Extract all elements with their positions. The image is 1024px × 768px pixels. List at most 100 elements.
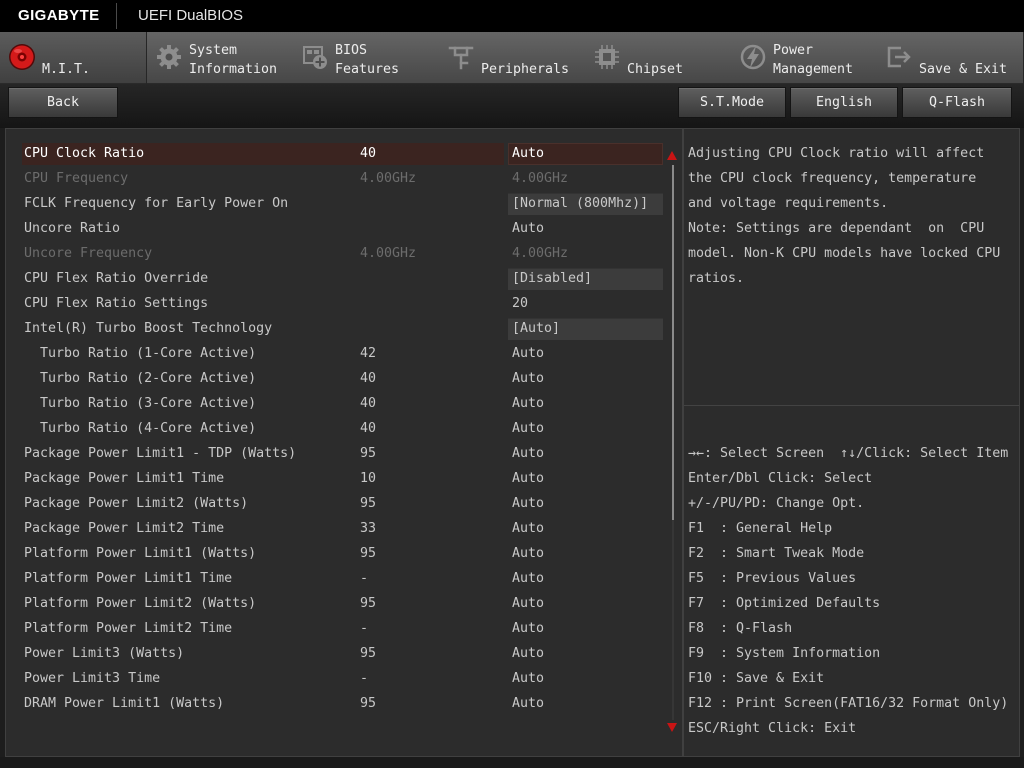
setting-name: FCLK Frequency for Early Power On [24, 196, 289, 211]
setting-dropdown[interactable]: [Auto] [508, 318, 663, 340]
setting-row[interactable]: Platform Power Limit2 Time - Auto [0, 616, 680, 641]
help-line: model. Non-K CPU models have locked CPU [688, 246, 1001, 261]
peripherals-icon [447, 43, 475, 71]
setting-row[interactable]: FCLK Frequency for Early Power On [Normal… [0, 191, 680, 216]
setting-name: Turbo Ratio (2-Core Active) [40, 371, 257, 386]
setting-value[interactable]: Auto [508, 393, 663, 415]
setting-value[interactable]: Auto [508, 543, 663, 565]
setting-row[interactable]: Uncore Ratio Auto [0, 216, 680, 241]
help-panel-divider [684, 405, 1019, 406]
tab-label: Peripherals [481, 62, 570, 77]
scrollbar-track[interactable] [672, 165, 674, 720]
setting-value[interactable]: Auto [508, 468, 663, 490]
key-help-line: F2 : Smart Tweak Mode [688, 546, 865, 561]
setting-value[interactable]: Auto [508, 343, 663, 365]
setting-name: Package Power Limit2 (Watts) [24, 496, 249, 511]
setting-value[interactable]: Auto [508, 618, 663, 640]
setting-name: CPU Clock Ratio [24, 146, 145, 161]
item-help-text: Adjusting CPU Clock ratio will affect the… [688, 141, 1016, 291]
setting-dropdown[interactable]: [Normal (800Mhz)] [508, 193, 663, 215]
key-help-line: F9 : System Information [688, 646, 881, 661]
setting-value[interactable]: Auto [508, 693, 663, 715]
setting-current-value: - [360, 671, 369, 686]
back-button[interactable]: Back [8, 87, 118, 118]
setting-row[interactable]: Platform Power Limit1 Time - Auto [0, 566, 680, 591]
setting-name: Uncore Ratio [24, 221, 121, 236]
setting-name: Intel(R) Turbo Boost Technology [24, 321, 273, 336]
help-line: the CPU clock frequency, temperature [688, 171, 977, 186]
gear-icon [155, 43, 183, 71]
tab-label: Information [189, 62, 278, 77]
setting-row[interactable]: DRAM Power Limit1 (Watts) 95 Auto [0, 691, 680, 716]
tab-label-line1: System [189, 43, 238, 58]
setting-name: Platform Power Limit2 Time [24, 621, 233, 636]
setting-dropdown[interactable]: [Disabled] [508, 268, 663, 290]
setting-value[interactable]: 20 [508, 293, 663, 315]
setting-row[interactable]: Power Limit3 (Watts) 95 Auto [0, 641, 680, 666]
setting-name: Platform Power Limit1 Time [24, 571, 233, 586]
setting-value[interactable]: Auto [508, 218, 663, 240]
key-help-line: F1 : General Help [688, 521, 833, 536]
setting-row[interactable]: Package Power Limit1 - TDP (Watts) 95 Auto [0, 441, 680, 466]
st-mode-button[interactable]: S.T.Mode [678, 87, 786, 118]
qflash-button[interactable]: Q-Flash [902, 87, 1012, 118]
key-help-line: F10 : Save & Exit [688, 671, 825, 686]
tab-peripherals[interactable]: Peripherals [439, 32, 585, 84]
setting-value[interactable]: Auto [508, 568, 663, 590]
setting-row[interactable]: Intel(R) Turbo Boost Technology [Auto] [0, 316, 680, 341]
tab-bios-features[interactable]: BIOS Features [293, 32, 439, 84]
scrollbar-thumb[interactable] [672, 165, 674, 521]
setting-row[interactable]: Platform Power Limit1 (Watts) 95 Auto [0, 541, 680, 566]
setting-value[interactable]: Auto [508, 443, 663, 465]
setting-value[interactable]: Auto [508, 668, 663, 690]
tab-power-management[interactable]: Power Management [731, 32, 877, 84]
key-help-line: F8 : Q-Flash [688, 621, 793, 636]
setting-value[interactable]: Auto [508, 418, 663, 440]
setting-row[interactable]: CPU Flex Ratio Override [Disabled] [0, 266, 680, 291]
tab-system-information[interactable]: System Information [147, 32, 293, 84]
tab-mit[interactable]: M.I.T. [0, 32, 146, 84]
setting-value[interactable]: Auto [508, 493, 663, 515]
help-line: Adjusting CPU Clock ratio will affect [688, 146, 985, 161]
scroll-up-arrow[interactable] [667, 151, 677, 160]
tab-label-line1: Power [773, 43, 814, 58]
help-line: and voltage requirements. [688, 196, 889, 211]
setting-current-value: 10 [360, 471, 377, 486]
setting-row[interactable]: Package Power Limit2 (Watts) 95 Auto [0, 491, 680, 516]
setting-current-value: 95 [360, 546, 377, 561]
setting-current-value: 40 [360, 421, 377, 436]
header-divider [116, 3, 117, 29]
toolbar: Back S.T.Mode English Q-Flash [0, 84, 1024, 128]
setting-row[interactable]: CPU Flex Ratio Settings 20 [0, 291, 680, 316]
setting-value[interactable]: Auto [508, 643, 663, 665]
setting-value[interactable]: Auto [508, 593, 663, 615]
setting-name: DRAM Power Limit1 (Watts) [24, 696, 225, 711]
setting-row: Uncore Frequency 4.00GHz 4.00GHz [0, 241, 680, 266]
help-line: ratios. [688, 271, 745, 286]
setting-current-value: 42 [360, 346, 377, 361]
setting-row[interactable]: Platform Power Limit2 (Watts) 95 Auto [0, 591, 680, 616]
setting-row[interactable]: Package Power Limit1 Time 10 Auto [0, 466, 680, 491]
key-help-line: F5 : Previous Values [688, 571, 857, 586]
setting-row[interactable]: Turbo Ratio (2-Core Active) 40 Auto [0, 366, 680, 391]
setting-value[interactable]: Auto [508, 143, 663, 165]
setting-row[interactable]: Package Power Limit2 Time 33 Auto [0, 516, 680, 541]
setting-name: Platform Power Limit2 (Watts) [24, 596, 257, 611]
tab-save-exit[interactable]: Save & Exit [877, 32, 1023, 84]
scroll-down-arrow[interactable] [667, 723, 677, 732]
key-help-line: +/-/PU/PD: Change Opt. [688, 496, 865, 511]
tab-chipset[interactable]: Chipset [585, 32, 731, 84]
power-icon [739, 43, 767, 71]
tab-label: Save & Exit [919, 62, 1008, 77]
setting-row[interactable]: Turbo Ratio (1-Core Active) 42 Auto [0, 341, 680, 366]
setting-name: Platform Power Limit1 (Watts) [24, 546, 257, 561]
setting-row[interactable]: Power Limit3 Time - Auto [0, 666, 680, 691]
setting-row[interactable]: Turbo Ratio (3-Core Active) 40 Auto [0, 391, 680, 416]
setting-row[interactable]: Turbo Ratio (4-Core Active) 40 Auto [0, 416, 680, 441]
setting-name: Turbo Ratio (3-Core Active) [40, 396, 257, 411]
setting-row[interactable]: CPU Clock Ratio 40 Auto [0, 141, 680, 166]
setting-current-value: 95 [360, 446, 377, 461]
setting-value[interactable]: Auto [508, 518, 663, 540]
setting-value[interactable]: Auto [508, 368, 663, 390]
language-button[interactable]: English [790, 87, 898, 118]
